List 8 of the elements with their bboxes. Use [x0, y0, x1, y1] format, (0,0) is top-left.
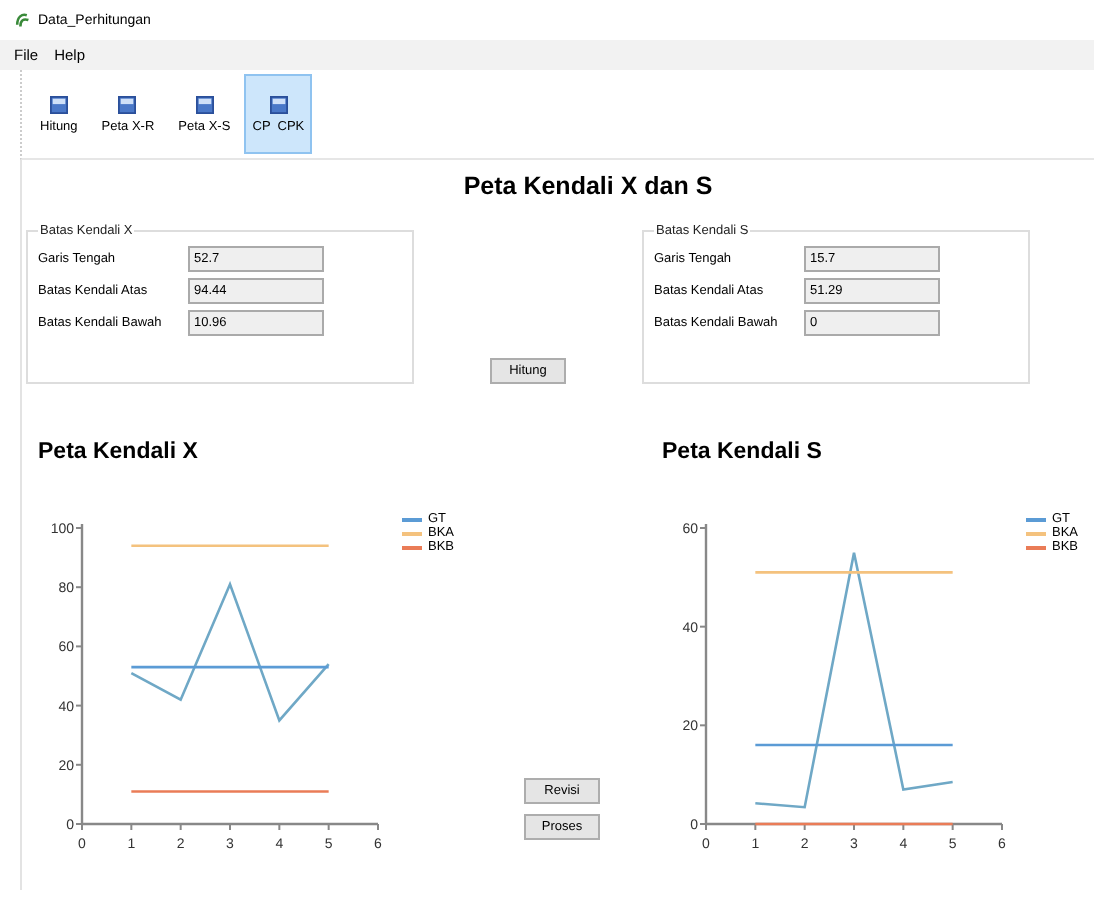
window-icon [269, 95, 288, 113]
window-icon [195, 95, 214, 113]
window-icon [49, 95, 68, 113]
app-icon [14, 12, 30, 28]
chart-title: Peta Kendali S [660, 440, 824, 464]
window-icon [118, 95, 137, 113]
chart-title: Peta Kendali X [36, 440, 200, 464]
page-heading: Peta Kendali X dan S [461, 170, 715, 200]
